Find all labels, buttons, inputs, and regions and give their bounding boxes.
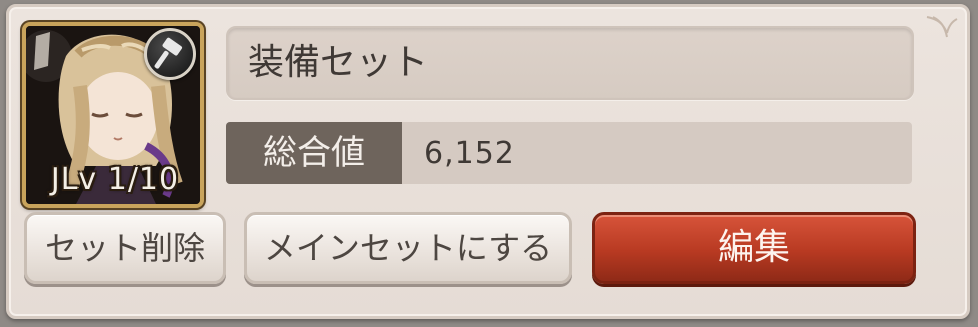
total-stat-row: 総合値 6,152: [226, 122, 912, 184]
hammer-icon: [144, 28, 196, 80]
total-stat-label: 総合値: [226, 122, 402, 184]
delete-set-button[interactable]: セット削除: [24, 212, 226, 284]
character-level: JLv 1/10: [50, 162, 180, 197]
corner-ornament-icon: [926, 16, 958, 38]
set-as-main-button[interactable]: メインセットにする: [244, 212, 572, 284]
total-stat-value: 6,152: [424, 136, 515, 171]
edit-button[interactable]: 編集: [592, 212, 916, 284]
set-name-field[interactable]: 装備セット: [226, 26, 914, 100]
